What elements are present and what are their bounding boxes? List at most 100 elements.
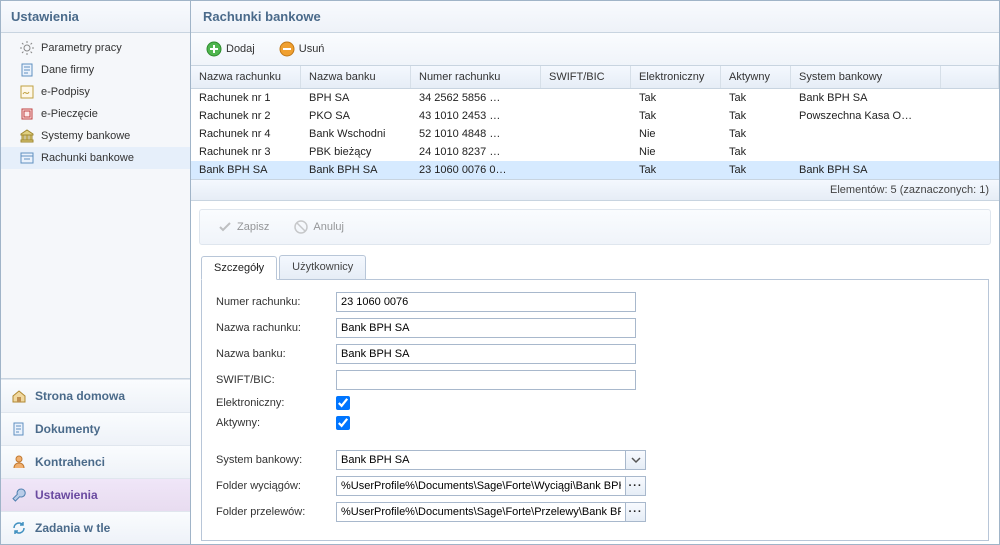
sidebar-item-dane-firmy[interactable]: Dane firmy [1,59,190,81]
table-cell [541,161,631,179]
nav-item-zadania-w-tle[interactable]: Zadania w tle [1,511,190,544]
sidebar-item-parametry-pracy[interactable]: Parametry pracy [1,37,190,59]
remove-button[interactable]: Usuń [270,37,334,61]
nav-item-label: Ustawienia [35,488,98,502]
input-bank-name[interactable] [336,344,636,364]
nav-item-ustawienia[interactable]: Ustawienia [1,478,190,511]
table-row[interactable]: Bank BPH SABank BPH SA23 1060 0076 0…Tak… [191,161,999,179]
table-cell [541,89,631,107]
main-panel: Rachunki bankowe Dodaj Usuń Nazwa rachun… [191,1,999,544]
table-row[interactable]: Rachunek nr 2PKO SA43 1010 2453 …TakTakP… [191,107,999,125]
page-title: Rachunki bankowe [191,1,999,33]
accounts-icon [19,150,35,166]
checkbox-electronic[interactable] [336,396,350,410]
cancel-button[interactable]: Anuluj [284,215,353,239]
nav-item-label: Kontrahenci [35,455,105,469]
cancel-button-label: Anuluj [313,221,344,233]
sidebar-item-label: Parametry pracy [41,42,122,54]
sidebar-item-label: Dane firmy [41,64,94,76]
sidebar-item-rachunki-bankowe[interactable]: Rachunki bankowe [1,147,190,169]
table-cell: Nie [631,143,721,161]
select-bank-system[interactable] [336,450,626,470]
home-icon [11,388,27,404]
input-folder-transfers[interactable] [336,502,626,522]
sidebar-item-label: e-Pieczęcie [41,108,98,120]
table-cell: Tak [721,125,791,143]
table-cell: Bank BPH SA [301,161,411,179]
column-header[interactable]: Nazwa rachunku [191,66,301,88]
table-cell: Tak [721,143,791,161]
browse-statements-button[interactable]: ··· [626,476,646,496]
input-account-number[interactable] [336,292,636,312]
nav-item-label: Dokumenty [35,422,100,436]
input-account-name[interactable] [336,318,636,338]
ellipsis-icon: ··· [629,506,643,518]
table-cell [541,107,631,125]
sidebar-tree: Parametry pracy Dane firmy e-Podpisy e-Piec… [1,33,190,378]
sidebar: Ustawienia Parametry pracy Dane firmy e-Po… [1,1,191,544]
table-cell: Bank BPH SA [791,161,941,179]
tab-users[interactable]: Użytkownicy [279,255,366,279]
form-toolbar: Zapisz Anuluj [199,209,991,245]
bank-system-dropdown-button[interactable] [626,450,646,470]
table-cell: Rachunek nr 2 [191,107,301,125]
column-header[interactable]: System bankowy [791,66,941,88]
save-button[interactable]: Zapisz [208,215,278,239]
chevron-down-icon [628,452,644,468]
sidebar-nav: Strona domowa Dokumenty Kontrahenci Ustawie… [1,378,190,544]
plus-icon [206,41,222,57]
add-button[interactable]: Dodaj [197,37,264,61]
column-header[interactable]: Nazwa banku [301,66,411,88]
sidebar-item-systemy-bankowe[interactable]: Systemy bankowe [1,125,190,147]
table-cell: Tak [721,107,791,125]
column-header[interactable]: Elektroniczny [631,66,721,88]
table-row[interactable]: Rachunek nr 4Bank Wschodni52 1010 4848 …… [191,125,999,143]
checkbox-active[interactable] [336,416,350,430]
nav-item-kontrahenci[interactable]: Kontrahenci [1,445,190,478]
grid-status: Elementów: 5 (zaznaczonych: 1) [191,180,999,201]
docs-icon [11,421,27,437]
table-row[interactable]: Rachunek nr 3PBK bieżący24 1010 8237 … Ni… [191,143,999,161]
table-cell: BPH SA [301,89,411,107]
table-cell: 34 2562 5856 … [411,89,541,107]
table-cell: Rachunek nr 3 [191,143,301,161]
column-header[interactable]: SWIFT/BIC [541,66,631,88]
table-cell: Bank BPH SA [791,89,941,107]
column-header[interactable]: Aktywny [721,66,791,88]
input-swift[interactable] [336,370,636,390]
table-cell: PKO SA [301,107,411,125]
sidebar-item-e-podpisy[interactable]: e-Podpisy [1,81,190,103]
details-form: Numer rachunku: Nazwa rachunku: Nazwa ba… [201,280,989,541]
wrench-icon [11,487,27,503]
table-cell: Tak [721,89,791,107]
cancel-icon [293,219,309,235]
table-cell: Bank BPH SA [191,161,301,179]
save-button-label: Zapisz [237,221,269,233]
label-electronic: Elektroniczny: [216,397,336,409]
sidebar-item-e-pieczęcie[interactable]: e-Pieczęcie [1,103,190,125]
grid-header: Nazwa rachunkuNazwa bankuNumer rachunkuS… [191,66,999,89]
table-cell: 43 1010 2453 … [411,107,541,125]
table-cell: Tak [631,89,721,107]
table-cell: Nie [631,125,721,143]
table-cell [791,143,941,161]
table-cell: Powszechna Kasa O… [791,107,941,125]
nav-item-dokumenty[interactable]: Dokumenty [1,412,190,445]
add-button-label: Dodaj [226,43,255,55]
browse-transfers-button[interactable]: ··· [626,502,646,522]
table-cell: 24 1010 8237 … [411,143,541,161]
label-folder-transfers: Folder przelewów: [216,506,336,518]
table-cell: 52 1010 4848 … [411,125,541,143]
table-cell: PBK bieżący [301,143,411,161]
column-header[interactable]: Numer rachunku [411,66,541,88]
label-bank-system: System bankowy: [216,454,336,466]
table-row[interactable]: Rachunek nr 1BPH SA34 2562 5856 …TakTakB… [191,89,999,107]
sidebar-title: Ustawienia [1,1,190,33]
check-icon [217,219,233,235]
tab-details[interactable]: Szczegóły [201,256,277,280]
nav-item-strona-domowa[interactable]: Strona domowa [1,379,190,412]
remove-button-label: Usuń [299,43,325,55]
detail-tabs: Szczegóły Użytkownicy [201,255,989,280]
input-folder-statements[interactable] [336,476,626,496]
label-folder-statements: Folder wyciągów: [216,480,336,492]
